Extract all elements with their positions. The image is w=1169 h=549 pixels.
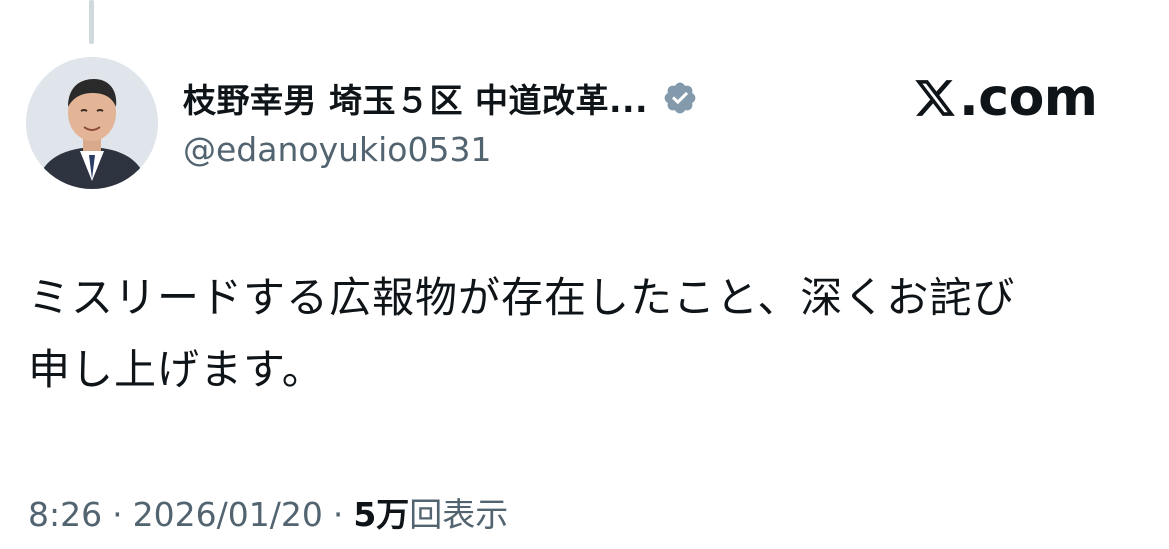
brand-domain-text: .com <box>959 68 1098 128</box>
verified-badge-icon <box>662 80 698 116</box>
x-logo-icon <box>913 76 957 120</box>
avatar[interactable] <box>26 57 158 189</box>
views-count[interactable]: 5万 <box>353 488 409 536</box>
tweet-time[interactable]: 8:26 <box>28 495 102 534</box>
meta-separator: · <box>112 495 123 534</box>
tweet-line: ミスリードする広報物が存在したこと、深くお詫び <box>28 273 1016 322</box>
views-label: 回表示 <box>409 495 509 534</box>
brand-watermark: .com <box>913 68 1098 128</box>
tweet-body: ミスリードする広報物が存在したこと、深くお詫び 申し上げます。 <box>28 262 1148 406</box>
author-handle[interactable]: @edanoyukio0531 <box>183 130 491 169</box>
author-name-row[interactable]: 枝野幸男 埼玉５区 中道改革... <box>183 74 698 122</box>
tweet-meta: 8:26 · 2026/01/20 · 5万 回表示 <box>28 488 508 536</box>
meta-separator: · <box>332 495 344 534</box>
tweet-line: 申し上げます。 <box>28 345 325 394</box>
author-display-name[interactable]: 枝野幸男 埼玉５区 中道改革... <box>183 74 648 122</box>
avatar-photo <box>26 57 158 189</box>
thread-connector-line <box>89 0 94 44</box>
tweet-date[interactable]: 2026/01/20 <box>133 495 323 534</box>
